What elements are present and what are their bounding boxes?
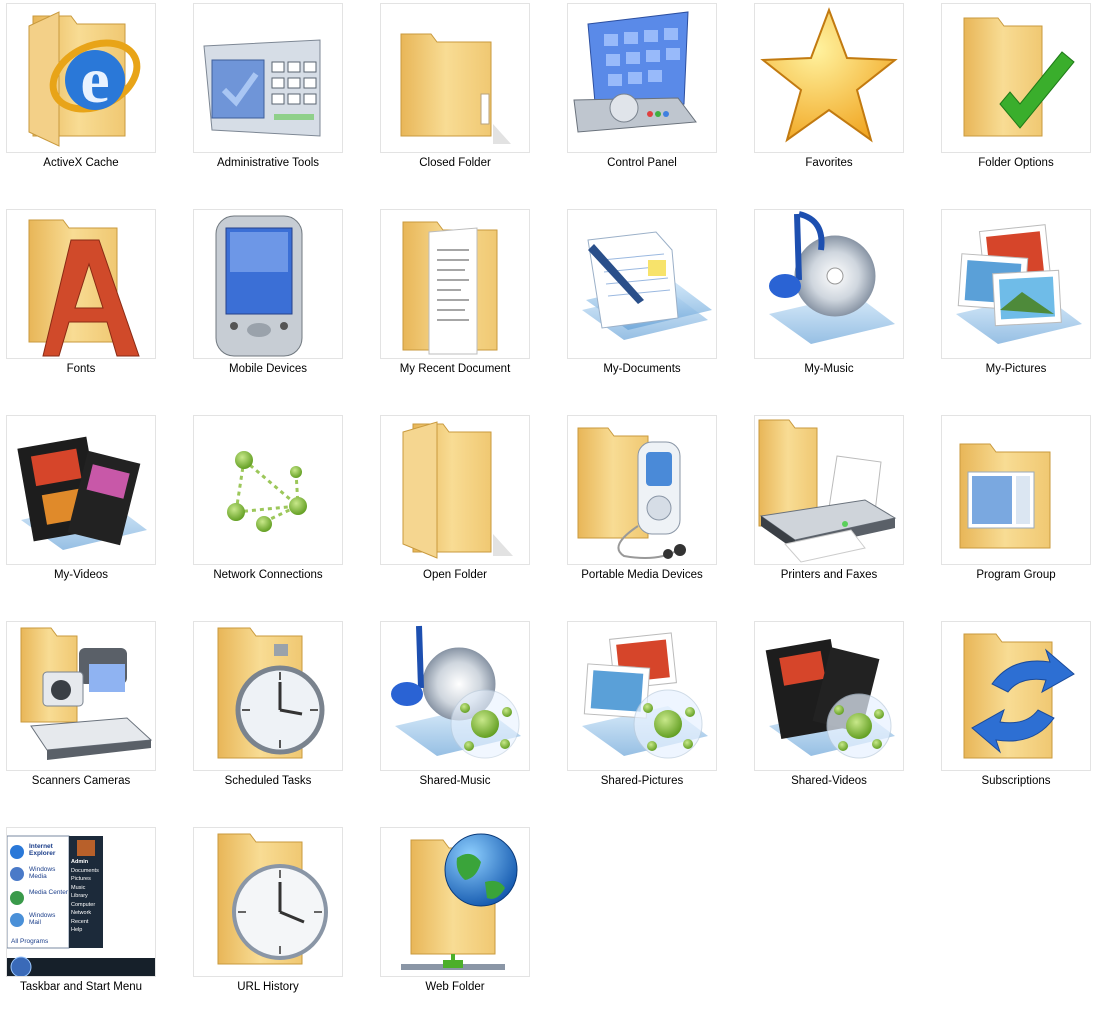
start-menu-item: Media Center	[29, 889, 69, 896]
all-programs: All Programs	[11, 938, 49, 945]
start-menu-item: Library	[71, 893, 88, 899]
icon-item[interactable]: Scanners Cameras	[6, 621, 156, 811]
start-menu-left-list: Internet Explorer Windows Media Media Ce…	[29, 843, 69, 930]
administrative-tools-icon	[193, 3, 343, 153]
subscriptions-icon	[941, 621, 1091, 771]
item-label: Program Group	[976, 569, 1056, 581]
item-label: Control Panel	[607, 157, 677, 169]
item-label: Network Connections	[213, 569, 323, 581]
fonts-icon	[6, 209, 156, 359]
start-menu-item: Recent	[71, 918, 89, 925]
icon-item[interactable]: Mobile Devices	[193, 209, 343, 399]
item-label: Shared-Music	[419, 775, 491, 787]
start-menu-item: Admin	[71, 859, 89, 865]
mobile-devices-icon	[193, 209, 343, 359]
shared-videos-icon	[754, 621, 904, 771]
item-label: My-Music	[804, 363, 854, 375]
start-menu-item: Windows Mail	[29, 912, 56, 926]
network-connections-icon	[193, 415, 343, 565]
web-folder-icon	[380, 827, 530, 977]
closed-folder-icon	[380, 3, 530, 153]
item-label: Shared-Pictures	[600, 775, 684, 787]
item-label: Printers and Faxes	[780, 569, 878, 581]
program-group-icon	[941, 415, 1091, 565]
icon-item[interactable]: Control Panel	[567, 3, 717, 193]
icon-item[interactable]: Shared-Pictures	[567, 621, 717, 811]
icon-item[interactable]: My-Music	[754, 209, 904, 399]
item-label: Open Folder	[423, 569, 487, 581]
taskbar-start-menu-icon: Internet Explorer Windows Media Media Ce…	[6, 827, 156, 977]
icon-item[interactable]: Portable Media Devices	[567, 415, 717, 605]
icon-item[interactable]: Scheduled Tasks	[193, 621, 343, 811]
icon-item[interactable]: My Recent Document	[380, 209, 530, 399]
icon-item[interactable]: Fonts	[6, 209, 156, 399]
icon-item[interactable]: Administrative Tools	[193, 3, 343, 193]
start-menu-item: Documents	[71, 867, 99, 874]
my-music-icon	[754, 209, 904, 359]
item-label: Favorites	[805, 157, 853, 169]
shared-music-icon	[380, 621, 530, 771]
icon-item[interactable]: Shared-Videos	[754, 621, 904, 811]
item-label: My-Pictures	[985, 363, 1047, 375]
icon-item[interactable]: Closed Folder	[380, 3, 530, 193]
open-folder-icon	[380, 415, 530, 565]
shared-pictures-icon	[567, 621, 717, 771]
control-panel-icon	[567, 3, 717, 153]
icon-item[interactable]: My-Documents	[567, 209, 717, 399]
my-documents-icon	[567, 209, 717, 359]
item-label: Web Folder	[425, 981, 485, 993]
item-label: ActiveX Cache	[43, 157, 119, 169]
icon-item[interactable]: Open Folder	[380, 415, 530, 605]
icon-item[interactable]: My-Pictures	[941, 209, 1091, 399]
icon-item[interactable]: Favorites	[754, 3, 904, 193]
icon-item[interactable]: Network Connections	[193, 415, 343, 605]
start-menu-item: Help	[71, 927, 83, 933]
icon-item[interactable]: Subscriptions	[941, 621, 1091, 811]
favorites-star-icon	[754, 3, 904, 153]
icon-item[interactable]: Web Folder	[380, 827, 530, 1017]
start-menu-item: Network	[71, 910, 92, 916]
start-menu-item: Windows Media	[29, 866, 56, 880]
icon-item[interactable]: Folder Options	[941, 3, 1091, 193]
start-menu-item: Computer	[71, 901, 96, 908]
my-pictures-icon	[941, 209, 1091, 359]
start-menu-item: Music	[71, 884, 86, 891]
item-label: Closed Folder	[419, 157, 491, 169]
item-label: Portable Media Devices	[581, 569, 703, 581]
item-label: My Recent Document	[399, 363, 511, 375]
item-label: URL History	[237, 981, 299, 993]
item-label: Mobile Devices	[229, 363, 307, 375]
item-label: My-Documents	[603, 363, 681, 375]
item-label: My-Videos	[53, 569, 109, 581]
item-label: Administrative Tools	[216, 157, 320, 169]
item-label: Shared-Videos	[791, 775, 867, 787]
scanners-cameras-icon	[6, 621, 156, 771]
item-label: Subscriptions	[981, 775, 1051, 787]
item-label: Scanners Cameras	[31, 775, 131, 787]
icon-item[interactable]: e ActiveX Cache	[6, 3, 156, 193]
recent-documents-icon	[380, 209, 530, 359]
icon-item[interactable]: Program Group	[941, 415, 1091, 605]
start-menu-item: Internet Explorer	[29, 843, 56, 857]
icon-item[interactable]: My-Videos	[6, 415, 156, 605]
item-label: Taskbar and Start Menu	[19, 981, 143, 993]
start-menu-item: Pictures	[71, 876, 91, 882]
activex-cache-icon: e	[6, 3, 156, 153]
icon-item[interactable]: Printers and Faxes	[754, 415, 904, 605]
my-videos-icon	[6, 415, 156, 565]
printer-icon	[754, 415, 904, 565]
scheduled-tasks-icon	[193, 621, 343, 771]
icon-item[interactable]: URL History	[193, 827, 343, 1017]
start-menu-right-list: Admin Documents Pictures Music Library C…	[71, 858, 103, 935]
item-label: Folder Options	[978, 157, 1054, 169]
item-label: Scheduled Tasks	[224, 775, 312, 787]
item-label: Fonts	[66, 363, 96, 375]
folder-options-icon	[941, 3, 1091, 153]
svg-text:e: e	[80, 44, 109, 117]
portable-media-icon	[567, 415, 717, 565]
icon-item[interactable]: Internet Explorer Windows Media Media Ce…	[6, 827, 156, 1017]
url-history-icon	[193, 827, 343, 977]
icon-item[interactable]: Shared-Music	[380, 621, 530, 811]
